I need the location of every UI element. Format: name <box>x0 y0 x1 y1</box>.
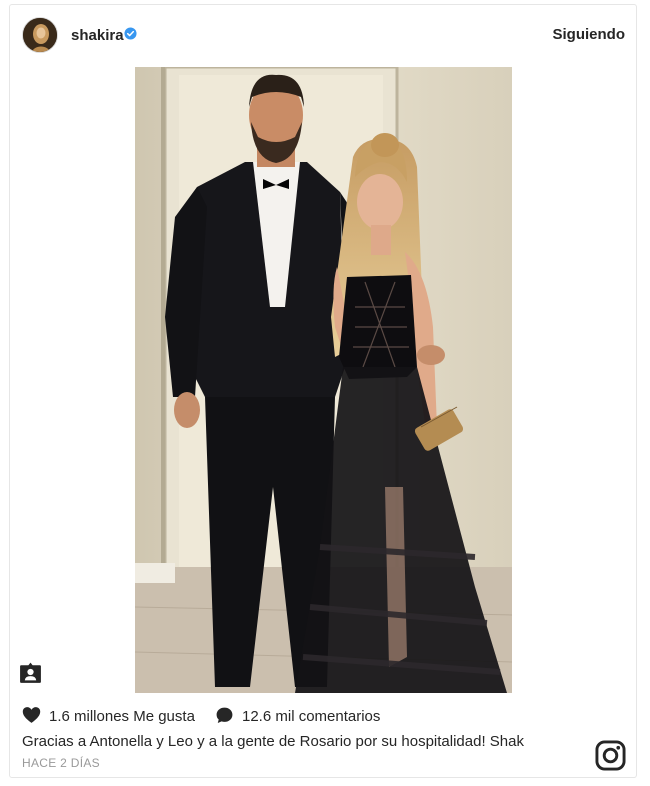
post-header: shakira Siguiendo <box>10 5 636 65</box>
verified-badge-icon <box>124 27 137 40</box>
avatar-image <box>23 18 57 52</box>
likes-count[interactable]: 1.6 millones Me gusta <box>49 708 195 725</box>
photo-illustration <box>135 67 512 693</box>
following-button[interactable]: Siguiendo <box>553 26 626 43</box>
heart-icon[interactable] <box>22 706 41 724</box>
post-actions: 1.6 millones Me gusta 12.6 mil comentari… <box>22 705 622 727</box>
user-tag-icon[interactable] <box>18 660 43 685</box>
instagram-logo-icon[interactable] <box>595 740 626 771</box>
instagram-embed-card: shakira Siguiendo 1.6 millones Me gusta … <box>9 4 637 778</box>
comment-bubble-icon[interactable] <box>215 706 234 725</box>
post-photo[interactable] <box>135 67 512 693</box>
avatar[interactable] <box>22 17 58 53</box>
username[interactable]: shakira <box>71 27 124 44</box>
comments-count[interactable]: 12.6 mil comentarios <box>242 708 380 725</box>
post-caption: Gracias a Antonella y Leo y a la gente d… <box>22 733 524 750</box>
post-timestamp[interactable]: HACE 2 DÍAS <box>22 756 100 770</box>
